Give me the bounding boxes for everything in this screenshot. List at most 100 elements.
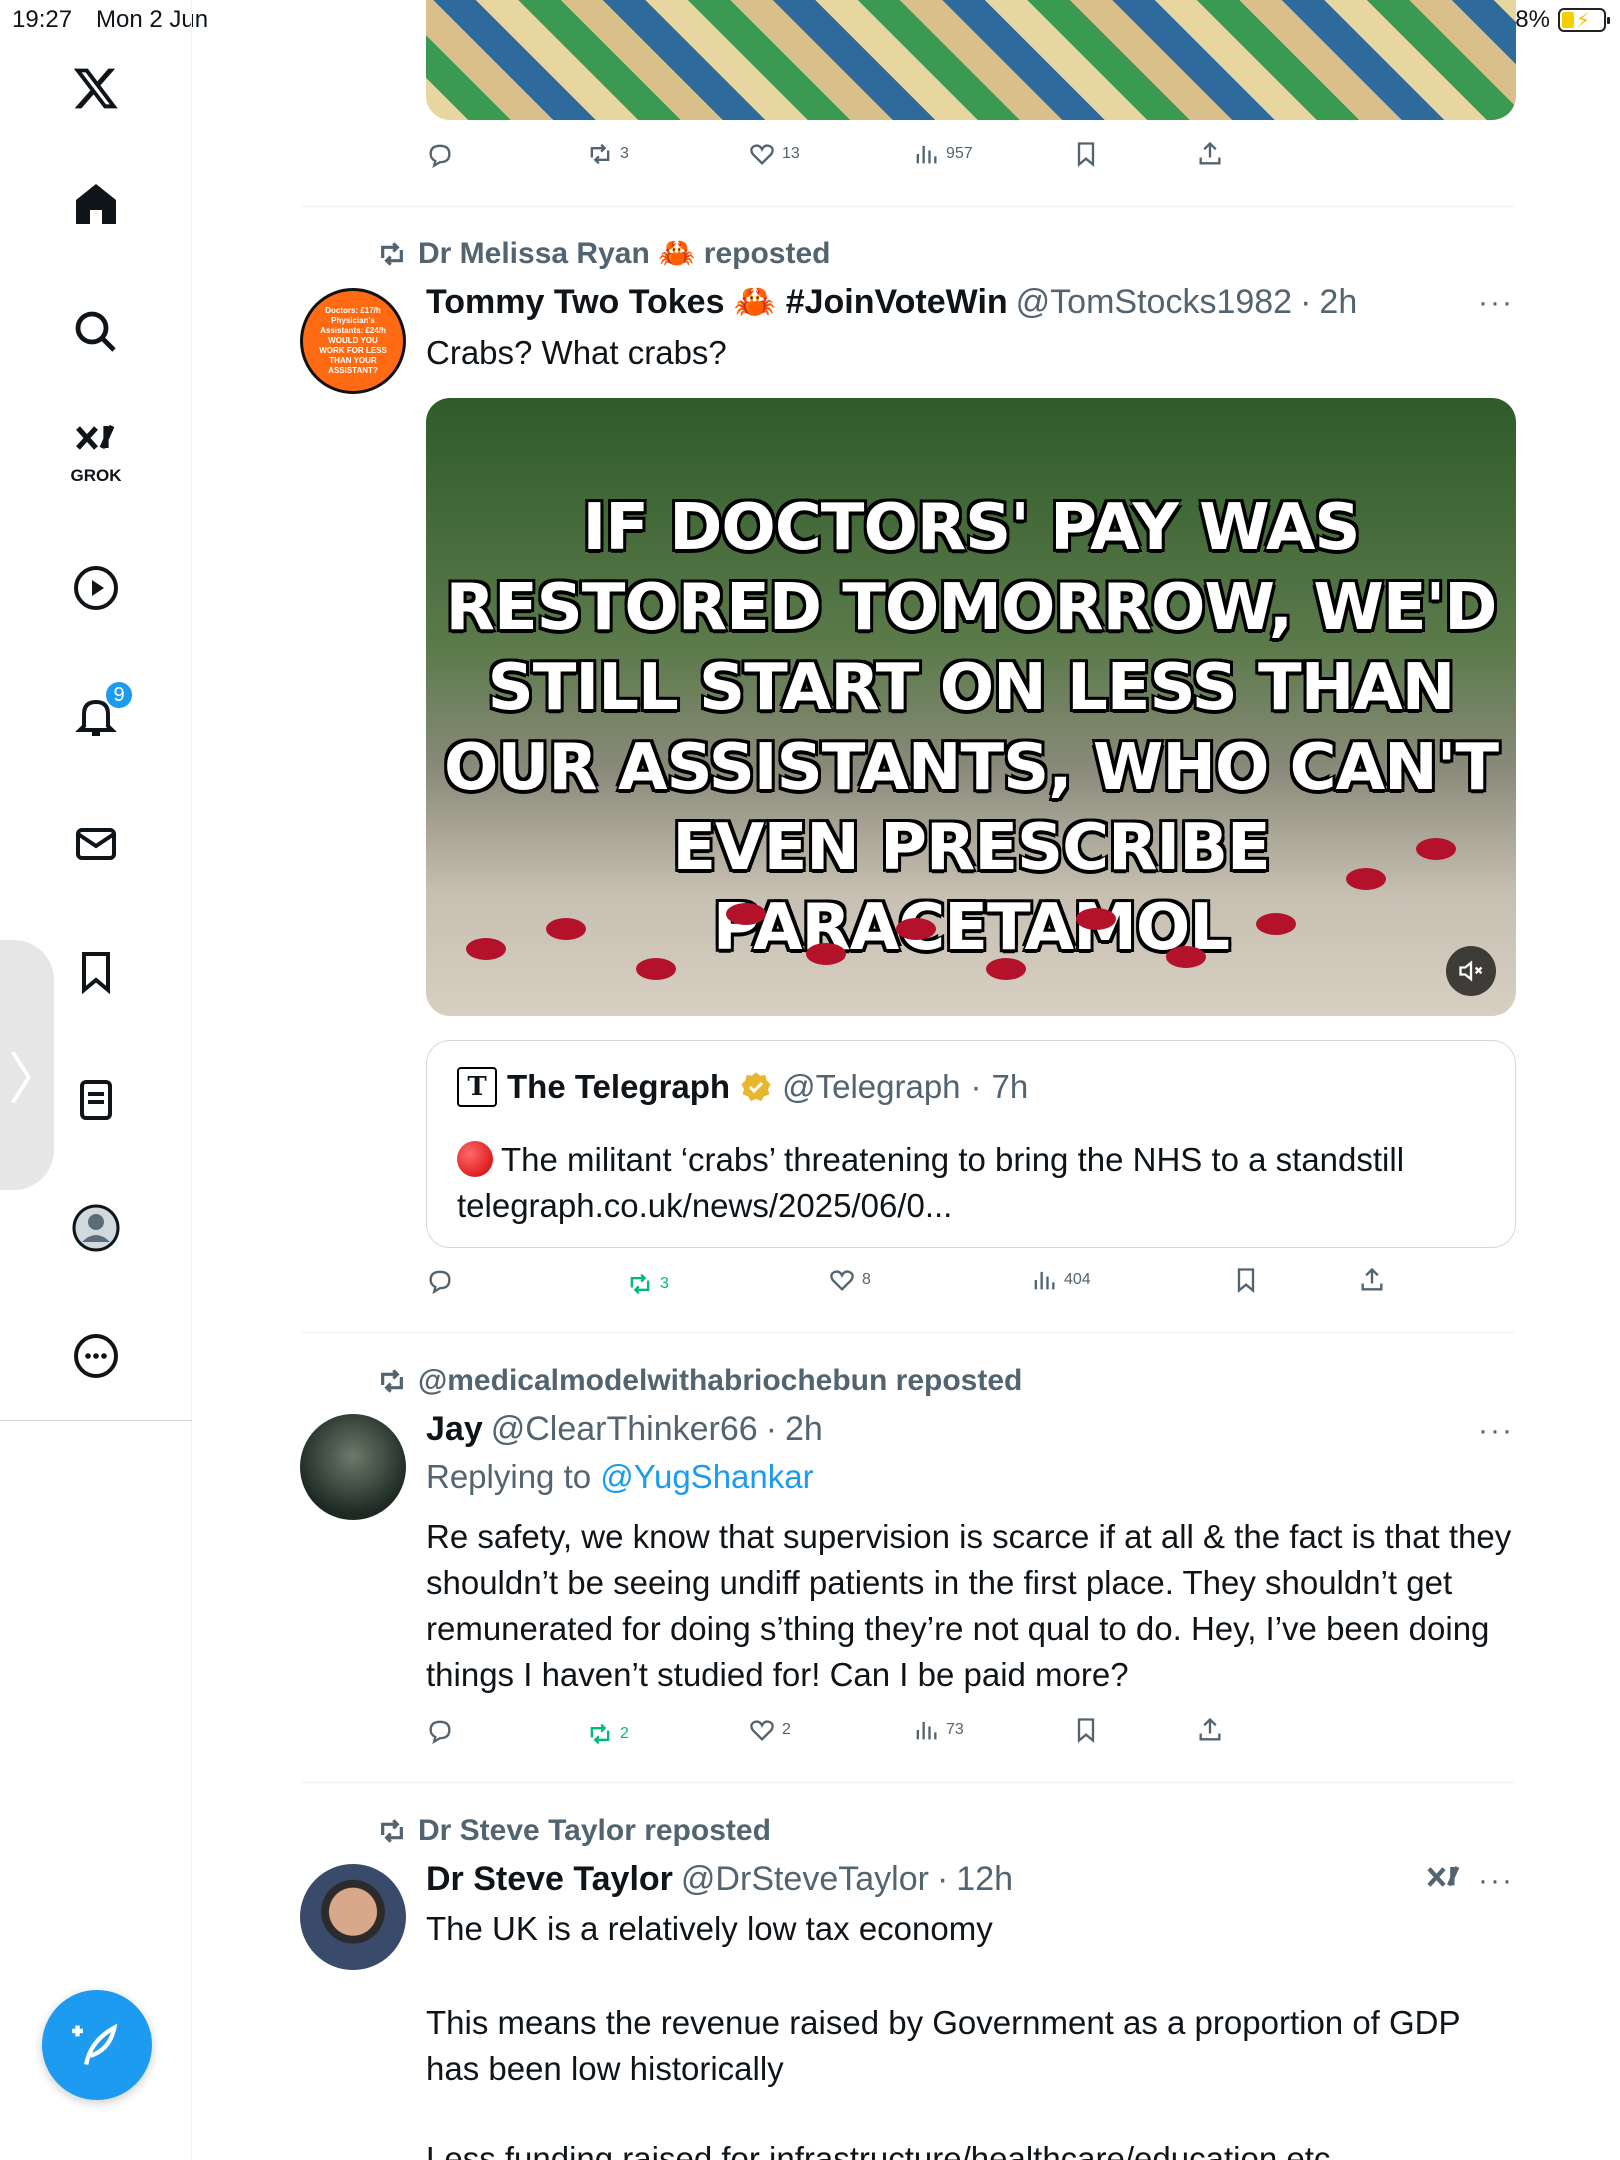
quote-link[interactable]: telegraph.co.uk/news/2025/06/0... xyxy=(457,1187,952,1224)
avatar[interactable]: Doctors: £17/h Physician's Assistants: £… xyxy=(300,288,406,394)
tweet-text: Crabs? What crabs? xyxy=(426,334,727,371)
repost-icon xyxy=(381,1369,403,1393)
views-count: 957 xyxy=(946,145,973,162)
avatar[interactable] xyxy=(300,1864,406,1970)
heart-icon xyxy=(750,144,774,165)
post-time[interactable]: 2h xyxy=(785,1410,823,1449)
replying-to-label: Replying to xyxy=(426,1458,592,1495)
tweet-header: Jay @ClearThinker66 · 2h xyxy=(426,1410,823,1449)
like-button[interactable]: 8 xyxy=(828,1266,871,1294)
like-count: 13 xyxy=(782,145,800,162)
lists-icon[interactable] xyxy=(64,1068,128,1132)
messages-envelope-icon[interactable] xyxy=(64,812,128,876)
replying-to-handle[interactable]: @YugShankar xyxy=(600,1458,813,1495)
author-handle[interactable]: @ClearThinker66 xyxy=(491,1410,758,1449)
sidebar-divider xyxy=(0,1420,192,1421)
share-button[interactable] xyxy=(1358,1266,1386,1294)
like-count: 2 xyxy=(782,1721,791,1738)
repost-icon xyxy=(381,1819,403,1843)
post-time[interactable]: 12h xyxy=(956,1860,1013,1899)
repost-button[interactable]: 3 xyxy=(626,1270,669,1298)
bookmark-button[interactable] xyxy=(1072,1716,1100,1744)
video-play-icon[interactable] xyxy=(64,556,128,620)
mute-button[interactable] xyxy=(1446,946,1496,996)
repost-button[interactable]: 2 xyxy=(586,1720,629,1748)
author-name[interactable]: Jay xyxy=(426,1410,483,1449)
views-count: 73 xyxy=(946,1721,964,1738)
tweet-media-image[interactable] xyxy=(426,0,1516,120)
tweet-video[interactable]: If doctors' pay was restored tomorrow, w… xyxy=(426,398,1516,1016)
dot-separator: · xyxy=(1300,283,1312,321)
battery-icon: ⚡ xyxy=(1558,8,1610,32)
like-button[interactable]: 13 xyxy=(748,140,800,168)
reposted-by-label: Dr Steve Taylor reposted xyxy=(418,1814,771,1847)
grok-label: GROK xyxy=(70,466,122,485)
reply-button[interactable] xyxy=(426,140,454,168)
tweet-divider xyxy=(300,1332,1516,1333)
repost-count: 3 xyxy=(660,1275,669,1292)
share-button[interactable] xyxy=(1196,140,1224,168)
post-time[interactable]: 2h xyxy=(1319,283,1357,322)
search-icon[interactable] xyxy=(64,300,128,364)
views-button[interactable]: 404 xyxy=(1030,1266,1091,1294)
bookmark-icon xyxy=(1237,1268,1255,1293)
author-handle[interactable]: @TomStocks1982 xyxy=(1016,283,1292,322)
red-circle-icon xyxy=(457,1141,493,1177)
grok-icon[interactable]: GROK xyxy=(64,420,128,485)
bookmark-icon xyxy=(1077,142,1095,167)
views-chart-icon xyxy=(916,1721,937,1740)
quoted-tweet-card[interactable]: T The Telegraph @Telegraph · 7h The mili… xyxy=(426,1040,1516,1248)
tweet-divider xyxy=(300,1782,1516,1783)
author-handle[interactable]: @DrSteveTaylor xyxy=(681,1860,929,1899)
tweet-header: Dr Steve Taylor @DrSteveTaylor · 12h xyxy=(426,1860,1013,1899)
views-button[interactable]: 957 xyxy=(912,140,973,168)
reply-icon xyxy=(429,1720,451,1744)
views-chart-icon xyxy=(1034,1271,1055,1290)
more-options-icon[interactable]: ··· xyxy=(1478,1864,1514,1898)
author-name[interactable]: Dr Steve Taylor xyxy=(426,1860,673,1899)
notifications-bell-icon[interactable]: 9 xyxy=(64,680,134,748)
share-button[interactable] xyxy=(1196,1716,1224,1744)
reply-button[interactable] xyxy=(426,1716,454,1744)
views-button[interactable]: 73 xyxy=(912,1716,964,1744)
quote-text-block: The militant ‘crabs’ threatening to brin… xyxy=(457,1137,1487,1229)
repost-icon xyxy=(590,143,610,165)
x-logo-icon[interactable] xyxy=(64,56,128,120)
share-icon xyxy=(1199,141,1221,165)
more-options-icon[interactable]: ··· xyxy=(1478,1414,1514,1448)
repost-button[interactable]: 3 xyxy=(586,140,629,168)
repost-attribution[interactable]: @medicalmodelwithabriochebun reposted xyxy=(376,1364,1022,1398)
heart-icon xyxy=(830,1270,854,1291)
tweet-text-p1: The UK is a relatively low tax economy xyxy=(426,1910,993,1947)
repost-count: 3 xyxy=(620,145,629,162)
bookmarks-icon[interactable] xyxy=(64,940,128,1004)
repost-attribution[interactable]: Dr Steve Taylor reposted xyxy=(376,1814,771,1848)
like-button[interactable]: 2 xyxy=(748,1716,791,1744)
more-options-icon[interactable]: ··· xyxy=(1478,286,1514,320)
grok-explain-icon[interactable] xyxy=(1424,1862,1464,1902)
quote-author-handle: @Telegraph xyxy=(782,1068,961,1105)
views-count: 404 xyxy=(1064,1271,1091,1288)
compose-feather-icon xyxy=(72,2023,118,2065)
repost-count: 2 xyxy=(620,1725,629,1742)
side-drawer-handle[interactable]: 〉 xyxy=(0,940,64,1190)
bookmark-button[interactable] xyxy=(1072,140,1100,168)
reply-button[interactable] xyxy=(426,1266,454,1294)
compose-post-button[interactable] xyxy=(42,1990,152,2100)
chevron-right-icon: 〉 xyxy=(8,1048,64,1111)
more-options-icon[interactable] xyxy=(64,1324,128,1388)
bookmark-button[interactable] xyxy=(1232,1266,1260,1294)
quote-author-name: The Telegraph xyxy=(507,1068,731,1105)
bookmark-icon xyxy=(1077,1718,1095,1743)
home-icon[interactable] xyxy=(64,172,128,236)
repost-icon xyxy=(590,1723,610,1745)
repost-attribution[interactable]: Dr Melissa Ryan 🦀 reposted xyxy=(376,236,831,271)
quote-header: T The Telegraph @Telegraph · 7h xyxy=(457,1067,1028,1107)
tweet-text-p2: This means the revenue raised by Governm… xyxy=(426,2004,1470,2087)
dot-separator: · xyxy=(970,1068,982,1105)
avatar[interactable] xyxy=(300,1414,406,1520)
dot-separator: · xyxy=(936,1860,949,1898)
author-name[interactable]: Tommy Two Tokes 🦀 #JoinVoteWin xyxy=(426,282,1008,322)
reply-icon xyxy=(429,144,451,168)
profile-avatar-icon[interactable] xyxy=(64,1196,128,1260)
